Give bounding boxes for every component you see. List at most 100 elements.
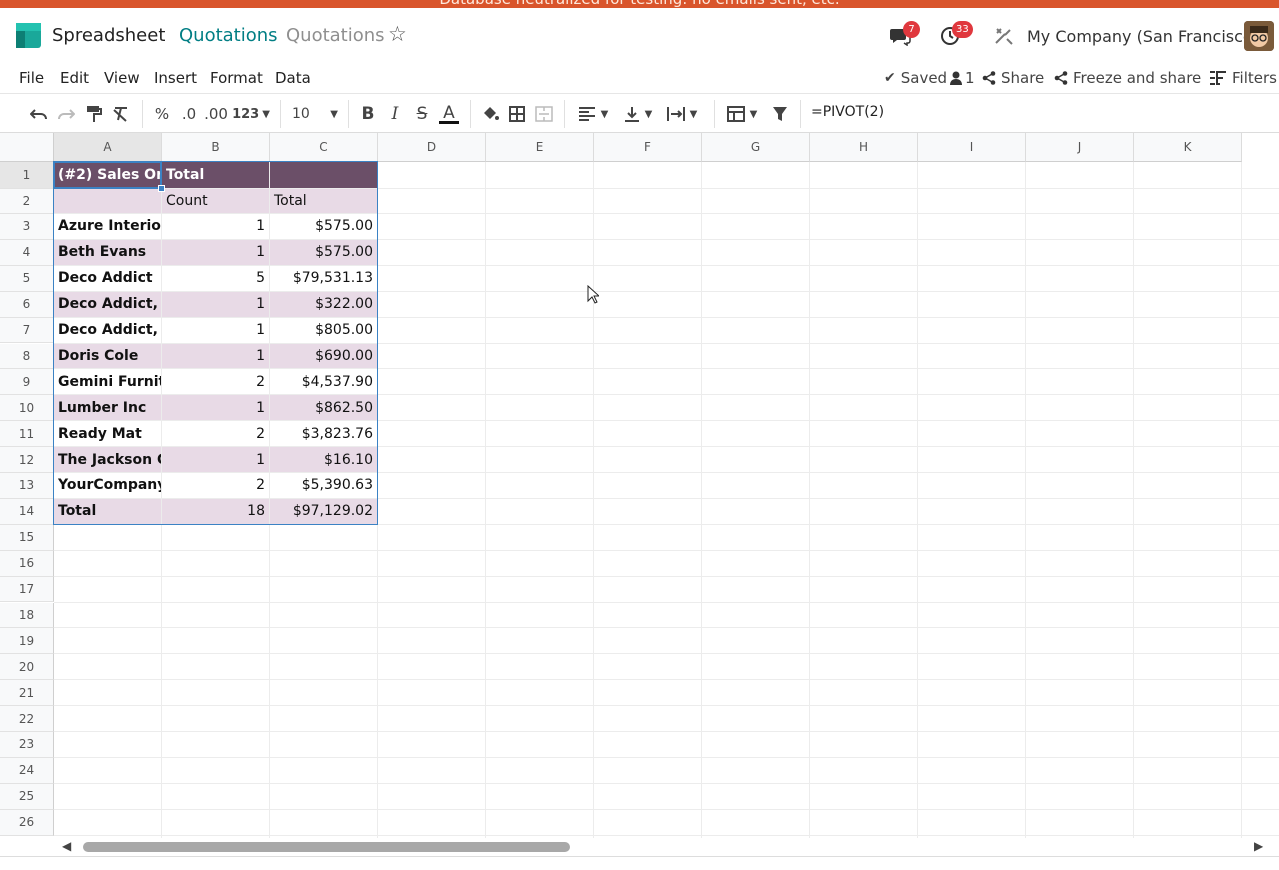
formula-bar-input[interactable]: =PIVOT(2) <box>811 104 884 120</box>
pivot-total-cell[interactable]: $805.00 <box>270 317 377 343</box>
pivot-grand-total-value[interactable]: $97,129.02 <box>270 498 377 524</box>
column-header[interactable]: H <box>810 133 918 162</box>
bold-icon[interactable]: B <box>357 102 379 126</box>
pivot-title-cell[interactable]: (#2) Sales Orde <box>54 162 161 188</box>
pivot-total-cell[interactable]: $575.00 <box>270 214 377 239</box>
pivot-measure-total-header[interactable]: Total <box>270 189 377 213</box>
row-header[interactable]: 9 <box>0 369 54 396</box>
row-header[interactable]: 20 <box>0 654 54 681</box>
menu-insert[interactable]: Insert <box>154 69 197 87</box>
favorite-star-icon[interactable]: ☆ <box>388 24 407 45</box>
pivot-measure-count-header[interactable]: Count <box>162 189 269 213</box>
filters-button[interactable]: Filters <box>1209 69 1277 87</box>
row-header[interactable]: 19 <box>0 628 54 655</box>
menu-data[interactable]: Data <box>275 69 311 87</box>
row-header[interactable]: 17 <box>0 576 54 603</box>
pivot-row-label[interactable]: The Jackson Gr <box>54 447 161 472</box>
clear-format-icon[interactable] <box>110 102 132 126</box>
row-header[interactable]: 26 <box>0 809 54 836</box>
fill-color-icon[interactable] <box>478 102 502 126</box>
row-header[interactable]: 1 <box>0 162 54 189</box>
vertical-align-dropdown[interactable]: ▼ <box>618 102 658 126</box>
row-header[interactable]: 21 <box>0 680 54 707</box>
pivot-count-cell[interactable]: 2 <box>162 473 269 498</box>
spreadsheet-grid[interactable]: ABCDEFGHIJK 1 2 3 4 5 6 7 8 9 10 11 12 13 14 15 16 17 18 1… <box>0 133 1279 838</box>
pivot-row-label[interactable]: Ready Mat <box>54 421 161 447</box>
select-all-corner[interactable] <box>0 133 54 162</box>
pivot-total-cell[interactable]: $322.00 <box>270 291 377 317</box>
breadcrumb-current[interactable]: Quotations <box>286 25 385 46</box>
pivot-row-label[interactable]: YourCompany, J <box>54 473 161 498</box>
pivot-header-cell[interactable] <box>54 189 161 213</box>
row-header[interactable]: 6 <box>0 291 54 318</box>
row-header[interactable]: 23 <box>0 732 54 758</box>
spreadsheet-app-icon[interactable] <box>16 23 41 48</box>
pivot-count-cell[interactable]: 2 <box>162 369 269 395</box>
pivot-count-cell[interactable]: 1 <box>162 395 269 421</box>
pivot-total-cell[interactable]: $79,531.13 <box>270 265 377 291</box>
column-header[interactable]: E <box>486 133 594 162</box>
menu-file[interactable]: File <box>19 69 44 87</box>
pivot-total-cell[interactable]: $575.00 <box>270 239 377 265</box>
pivot-header-cell[interactable] <box>270 162 377 188</box>
pivot-row-label[interactable]: Gemini Furnitur <box>54 369 161 395</box>
pivot-count-cell[interactable]: 1 <box>162 214 269 239</box>
text-wrapping-dropdown[interactable]: ▼ <box>662 102 702 126</box>
pivot-total-cell[interactable]: $862.50 <box>270 395 377 421</box>
scroll-left-icon[interactable]: ◀ <box>62 839 71 853</box>
row-header[interactable]: 4 <box>0 239 54 266</box>
column-header[interactable]: D <box>378 133 486 162</box>
breadcrumb-parent-link[interactable]: Quotations <box>179 25 278 46</box>
pivot-count-cell[interactable]: 1 <box>162 239 269 265</box>
menu-edit[interactable]: Edit <box>60 69 89 87</box>
row-header[interactable]: 13 <box>0 473 54 499</box>
decrease-decimal-button[interactable]: .0 <box>178 102 200 126</box>
pivot-count-cell[interactable]: 1 <box>162 343 269 369</box>
column-header[interactable]: B <box>162 133 270 162</box>
pivot-grand-total-label[interactable]: Total <box>54 498 161 524</box>
row-header[interactable]: 7 <box>0 317 54 344</box>
row-header[interactable]: 5 <box>0 265 54 292</box>
debug-tools-icon[interactable] <box>993 26 1015 46</box>
number-format-dropdown[interactable]: 123 ▼ <box>231 102 271 126</box>
pivot-row-label[interactable]: Deco Addict, Ad <box>54 291 161 317</box>
freeze-and-share-button[interactable]: Freeze and share <box>1054 69 1201 87</box>
scroll-thumb[interactable] <box>83 842 570 852</box>
row-header[interactable]: 11 <box>0 421 54 448</box>
pivot-count-cell[interactable]: 1 <box>162 291 269 317</box>
row-header[interactable]: 12 <box>0 447 54 473</box>
menu-view[interactable]: View <box>104 69 140 87</box>
row-header[interactable]: 8 <box>0 343 54 370</box>
company-switcher[interactable]: My Company (San Francisco) <box>1027 27 1259 46</box>
pivot-total-cell[interactable]: $3,823.76 <box>270 421 377 447</box>
pivot-row-label[interactable]: Lumber Inc <box>54 395 161 421</box>
format-percent-button[interactable]: % <box>152 102 172 126</box>
pivot-count-cell[interactable]: 5 <box>162 265 269 291</box>
row-header[interactable]: 18 <box>0 602 54 629</box>
horizontal-scrollbar[interactable]: ◀ ▶ <box>54 838 1279 856</box>
menu-format[interactable]: Format <box>210 69 263 87</box>
row-header[interactable]: 25 <box>0 783 54 810</box>
column-header[interactable]: F <box>594 133 702 162</box>
font-size-dropdown[interactable]: 10 ▼ <box>288 102 338 126</box>
collaborators-indicator[interactable]: 1 <box>950 69 975 87</box>
text-color-icon[interactable]: A <box>437 102 461 126</box>
row-header[interactable]: 3 <box>0 214 54 240</box>
column-header[interactable]: I <box>918 133 1026 162</box>
pivot-total-cell[interactable]: $690.00 <box>270 343 377 369</box>
borders-icon[interactable] <box>505 102 529 126</box>
row-header[interactable]: 15 <box>0 524 54 551</box>
row-header[interactable]: 16 <box>0 550 54 577</box>
table-format-dropdown[interactable]: ▼ <box>722 102 762 126</box>
row-header[interactable]: 14 <box>0 498 54 525</box>
redo-icon[interactable] <box>55 102 77 126</box>
italic-icon[interactable]: I <box>384 102 406 126</box>
merge-cells-icon[interactable] <box>532 102 556 126</box>
pivot-row-label[interactable]: Doris Cole <box>54 343 161 369</box>
paint-format-icon[interactable] <box>83 102 105 126</box>
row-header[interactable]: 22 <box>0 706 54 732</box>
pivot-total-cell[interactable]: $16.10 <box>270 447 377 472</box>
filter-icon[interactable] <box>768 102 792 126</box>
column-header[interactable]: J <box>1026 133 1134 162</box>
autofill-handle[interactable] <box>158 185 165 192</box>
